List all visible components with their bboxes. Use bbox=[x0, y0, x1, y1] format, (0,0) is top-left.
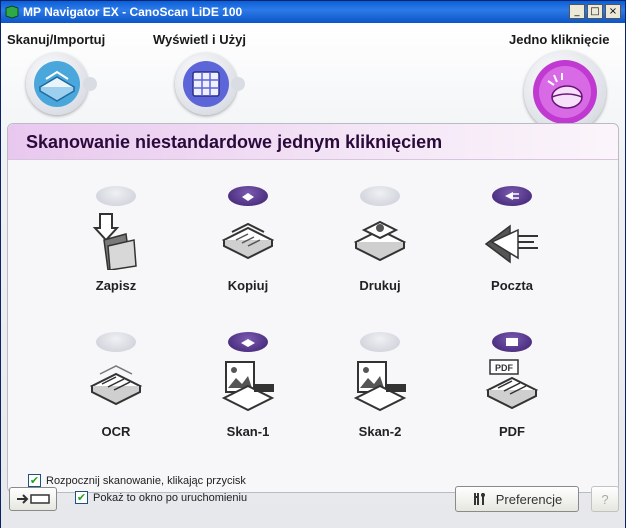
tile-scan-2[interactable]: Skan-2 bbox=[319, 332, 439, 452]
mouse-click-icon bbox=[533, 60, 597, 124]
minimize-button[interactable]: _ bbox=[569, 4, 585, 19]
arrow-scanner-icon bbox=[17, 494, 50, 504]
print-badge bbox=[360, 186, 400, 206]
nav-view-use-label[interactable]: Wyświetl i Użyj bbox=[153, 32, 246, 47]
tile-pdf-label: PDF bbox=[499, 424, 525, 439]
window-title: MP Navigator EX - CanoScan LiDE 100 bbox=[23, 5, 243, 19]
tools-icon bbox=[473, 493, 485, 505]
maximize-button[interactable]: □ bbox=[587, 4, 603, 19]
tile-ocr-label: OCR bbox=[101, 424, 131, 439]
scan-image-icon bbox=[353, 361, 407, 412]
tile-scan-1-label: Skan-1 bbox=[226, 424, 270, 439]
nav-one-click-label[interactable]: Jedno kliknięcie bbox=[509, 32, 609, 47]
grid-view-icon bbox=[183, 61, 229, 107]
switch-mode-button[interactable] bbox=[9, 487, 57, 511]
print-icon bbox=[353, 220, 407, 262]
show-window-checkbox[interactable]: ✔ bbox=[75, 491, 88, 504]
tile-mail-label: Poczta bbox=[491, 278, 533, 293]
help-button[interactable]: ? bbox=[591, 486, 619, 512]
ocr-badge bbox=[96, 332, 136, 352]
start-scan-checkbox-label: Rozpocznij skanowanie, klikając przycisk bbox=[46, 474, 246, 487]
close-button[interactable]: × bbox=[605, 4, 621, 19]
ocr-icon bbox=[89, 365, 143, 406]
pdf-badge-icon bbox=[506, 338, 518, 346]
tile-copy[interactable]: Kopiuj bbox=[187, 186, 307, 306]
nav-one-click-button[interactable] bbox=[524, 51, 606, 133]
tile-print-label: Drukuj bbox=[359, 278, 401, 293]
panel-title: Skanowanie niestandardowe jednym kliknię… bbox=[26, 132, 443, 152]
start-scan-checkbox-row[interactable]: ✔ Rozpocznij skanowanie, klikając przyci… bbox=[28, 474, 246, 487]
save-folder-icon bbox=[92, 213, 137, 270]
nav-view-knob bbox=[231, 77, 245, 91]
tile-save[interactable]: Zapisz bbox=[55, 186, 175, 306]
tile-scan-2-label: Skan-2 bbox=[358, 424, 402, 439]
show-window-checkbox-row[interactable]: ✔ Pokaż to okno po uruchomieniu bbox=[75, 491, 247, 504]
scan1-badge bbox=[228, 332, 268, 352]
copy-badge bbox=[228, 186, 268, 206]
tile-save-label: Zapisz bbox=[95, 278, 137, 293]
nav-view-use-button[interactable] bbox=[175, 53, 237, 115]
start-scan-checkbox[interactable]: ✔ bbox=[28, 474, 41, 487]
tile-ocr[interactable]: OCR bbox=[55, 332, 175, 452]
pdf-badge bbox=[492, 332, 532, 352]
svg-text:PDF: PDF bbox=[495, 363, 514, 373]
scanner-badge-icon bbox=[241, 339, 255, 347]
app-window: MP Navigator EX - CanoScan LiDE 100 _ □ … bbox=[0, 0, 626, 528]
nav-scan-knob bbox=[83, 77, 97, 91]
copy-badge-icon bbox=[242, 193, 254, 201]
title-bar[interactable]: MP Navigator EX - CanoScan LiDE 100 _ □ … bbox=[1, 1, 625, 23]
client-area: Skanuj/Importuj Wyświetl i Użyj Jedno kl… bbox=[1, 23, 625, 528]
show-window-checkbox-label: Pokaż to okno po uruchomieniu bbox=[93, 491, 248, 504]
tile-pdf[interactable]: PDF PDF bbox=[451, 332, 571, 452]
app-icon bbox=[5, 5, 19, 19]
preferences-label: Preferencje bbox=[495, 491, 563, 507]
nav-scan-import-label[interactable]: Skanuj/Importuj bbox=[7, 32, 105, 47]
mail-badge-icon bbox=[505, 192, 519, 200]
tile-scan-1[interactable]: Skan-1 bbox=[187, 332, 307, 452]
nav-scan-import-button[interactable] bbox=[26, 53, 88, 115]
one-click-panel: Skanowanie niestandardowe jednym kliknię… bbox=[7, 123, 619, 493]
preferences-button[interactable]: Preferencje bbox=[455, 486, 579, 512]
save-badge bbox=[96, 186, 136, 206]
pdf-icon: PDF bbox=[485, 359, 539, 410]
scan2-badge bbox=[360, 332, 400, 352]
mail-badge bbox=[492, 186, 532, 206]
mail-icon bbox=[484, 224, 538, 264]
scanner-icon bbox=[34, 61, 80, 107]
copy-icon bbox=[221, 222, 275, 260]
tile-mail[interactable]: Poczta bbox=[451, 186, 571, 306]
tile-copy-label: Kopiuj bbox=[227, 278, 269, 293]
panel-header: Skanowanie niestandardowe jednym kliknię… bbox=[8, 124, 618, 160]
tile-print[interactable]: Drukuj bbox=[319, 186, 439, 306]
scan-image-icon bbox=[221, 361, 275, 412]
